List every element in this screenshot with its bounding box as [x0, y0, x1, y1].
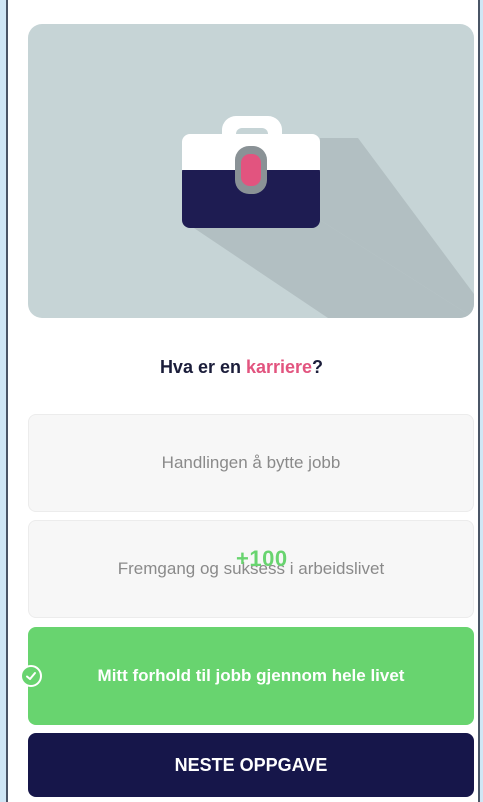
question-prefix: Hva er en: [159, 357, 246, 377]
answer-option-1[interactable]: Handlingen å bytte jobb: [28, 414, 474, 512]
question-illustration: [28, 24, 474, 318]
question-highlight: karriere: [245, 357, 313, 377]
answer-option-label: Handlingen å bytte jobb: [161, 453, 341, 472]
question-text: Hva er en karriere?: [0, 357, 483, 378]
check-circle-icon: [20, 665, 42, 687]
answer-option-3-correct[interactable]: Mitt forhold til jobb gjennom hele livet: [28, 627, 474, 725]
question-suffix: ?: [312, 357, 324, 377]
next-task-button[interactable]: NESTE OPPGAVE: [28, 733, 474, 797]
answer-option-label: Mitt forhold til jobb gjennom hele livet: [97, 666, 405, 685]
briefcase-icon: [182, 116, 474, 318]
points-awarded: +100: [236, 546, 288, 571]
